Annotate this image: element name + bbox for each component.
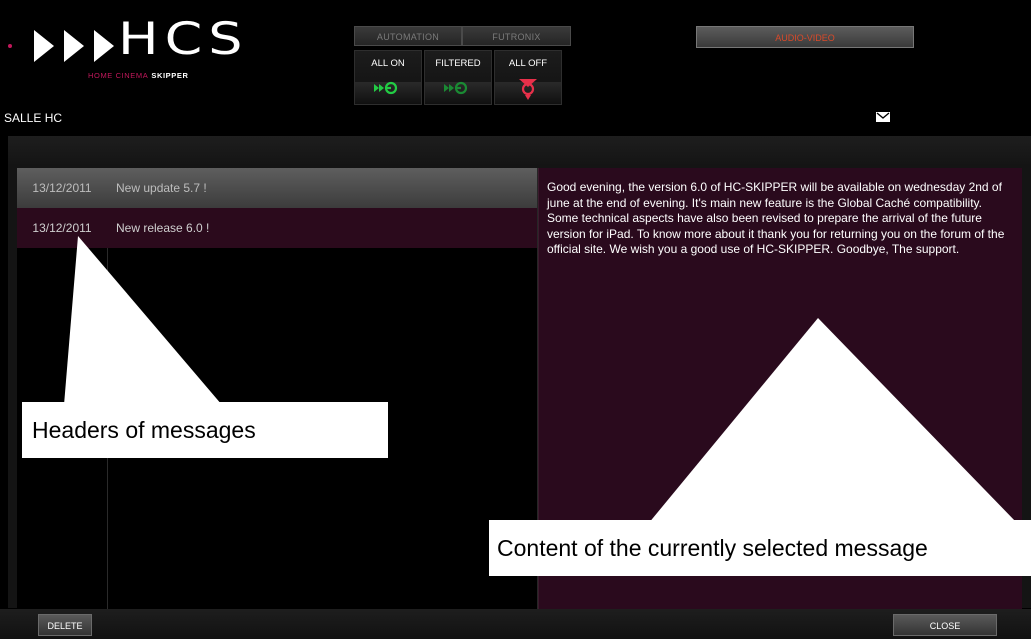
headers-callout-pointer <box>64 236 222 405</box>
content-callout-pointer <box>648 318 1018 524</box>
headers-callout: Headers of messages <box>22 402 388 458</box>
content-callout: Content of the currently selected messag… <box>489 520 1031 576</box>
